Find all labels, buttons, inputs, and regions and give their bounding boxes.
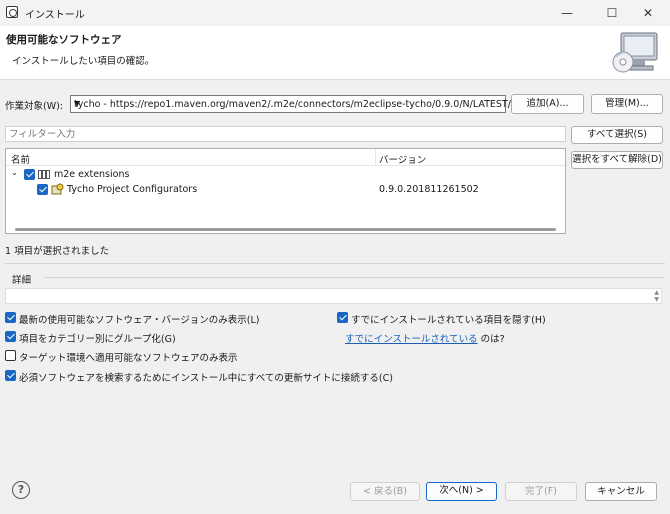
- details-divider: [44, 277, 664, 278]
- group-by-category-checkbox[interactable]: [5, 331, 16, 342]
- expand-chevron-icon[interactable]: ⌄: [11, 168, 18, 177]
- page-title: 使用可能なソフトウェア: [6, 34, 122, 46]
- help-icon[interactable]: ?: [12, 481, 30, 499]
- hide-installed-label: すでにインストールされている項目を隠す(H): [351, 315, 546, 326]
- details-label: 詳細: [12, 275, 32, 286]
- what-installed-row: すでにインストールされている のは?: [345, 331, 505, 345]
- chevron-down-icon: ▼: [74, 99, 81, 108]
- contact-all-sites-label: 必須ソフトウェアを検索するためにインストール中にすべての更新サイトに接続する(C…: [19, 373, 393, 384]
- work-with-label: 作業対象(W):: [5, 101, 64, 112]
- category-checkbox[interactable]: [24, 169, 35, 180]
- close-button[interactable]: ✕: [626, 0, 670, 26]
- selection-status: 1 項目が選択されました: [5, 246, 110, 257]
- category-name: m2e extensions: [54, 169, 130, 180]
- column-name-header[interactable]: 名前: [11, 152, 30, 166]
- item-name: Tycho Project Configurators: [67, 184, 198, 195]
- tree-row-item[interactable]: Tycho Project Configurators 0.9.0.201811…: [6, 183, 565, 197]
- work-with-combo[interactable]: tycho - https://repo1.maven.org/maven2/.…: [70, 95, 511, 113]
- item-version: 0.9.0.201811261502: [379, 184, 479, 195]
- filter-input[interactable]: [5, 126, 566, 142]
- page-description: インストールしたい項目の確認。: [12, 56, 155, 67]
- window-title: インストール: [25, 10, 85, 21]
- add-site-button[interactable]: 追加(A)...: [511, 94, 584, 114]
- scrollbar-thumb[interactable]: [15, 228, 556, 231]
- latest-only-checkbox[interactable]: [5, 312, 16, 323]
- next-button[interactable]: 次へ(N) >: [426, 482, 497, 501]
- deselect-all-button[interactable]: 選択をすべて解除(D): [571, 151, 663, 169]
- target-env-only-checkbox[interactable]: [5, 350, 16, 361]
- select-all-button[interactable]: すべて選択(S): [571, 126, 663, 144]
- already-installed-link[interactable]: すでにインストールされている: [345, 334, 478, 345]
- back-button[interactable]: < 戻る(B): [350, 482, 420, 501]
- option-contact-all-sites[interactable]: 必須ソフトウェアを検索するためにインストール中にすべての更新サイトに接続する(C…: [5, 369, 425, 384]
- manage-sites-button[interactable]: 管理(M)...: [591, 94, 663, 114]
- wizard-header: 使用可能なソフトウェア インストールしたい項目の確認。: [0, 26, 670, 80]
- target-env-only-label: ターゲット環境へ適用可能なソフトウェアのみ表示: [19, 353, 238, 364]
- feature-plug-icon: [51, 183, 64, 195]
- item-checkbox[interactable]: [37, 184, 48, 195]
- software-tree[interactable]: 名前 バージョン ⌄ m2e extensions Tycho Project …: [5, 148, 566, 234]
- option-group-by-category[interactable]: 項目をカテゴリー別にグループ化(G): [5, 330, 325, 345]
- already-installed-suffix: のは?: [480, 334, 505, 345]
- group-by-category-label: 項目をカテゴリー別にグループ化(G): [19, 334, 176, 345]
- details-text-area[interactable]: ▲ ▼: [5, 288, 662, 304]
- category-icon: [38, 170, 50, 179]
- contact-all-sites-checkbox[interactable]: [5, 370, 16, 381]
- column-version-header[interactable]: バージョン: [379, 152, 426, 166]
- minimize-button[interactable]: —: [545, 0, 589, 26]
- cancel-button[interactable]: キャンセル: [585, 482, 657, 501]
- tree-row-category[interactable]: ⌄ m2e extensions: [6, 168, 565, 182]
- details-scroll-arrows-icon[interactable]: ▲ ▼: [654, 289, 659, 303]
- latest-only-label: 最新の使用可能なソフトウェア・バージョンのみ表示(L): [19, 315, 260, 326]
- option-latest-only[interactable]: 最新の使用可能なソフトウェア・バージョンのみ表示(L): [5, 311, 325, 326]
- option-target-env-only[interactable]: ターゲット環境へ適用可能なソフトウェアのみ表示: [5, 349, 325, 364]
- divider: [5, 263, 665, 264]
- eclipse-app-icon: [6, 6, 18, 18]
- tree-header: 名前 バージョン: [6, 149, 565, 166]
- hide-installed-checkbox[interactable]: [337, 312, 348, 323]
- option-hide-installed[interactable]: すでにインストールされている項目を隠す(H): [337, 311, 657, 326]
- column-divider: [375, 149, 376, 166]
- install-monitor-cd-icon: [612, 32, 658, 73]
- horizontal-scrollbar[interactable]: [7, 226, 564, 233]
- finish-button[interactable]: 完了(F): [505, 482, 577, 501]
- title-bar: インストール — ☐ ✕: [0, 0, 670, 26]
